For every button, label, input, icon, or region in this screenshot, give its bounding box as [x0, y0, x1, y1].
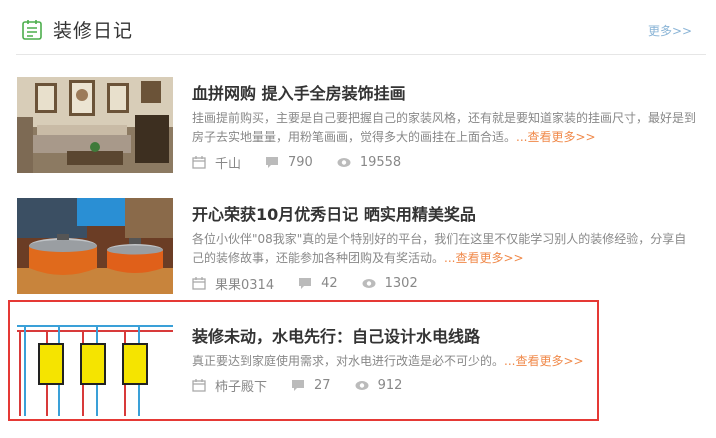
article-meta: 千山 790 19558: [192, 153, 425, 172]
article-excerpt: 各位小伙伴"08我家"真的是个特别好的平台，我们在这里不仅能学习别人的装修经验，…: [192, 232, 687, 265]
highlight-box: [8, 300, 599, 421]
diary-icon: [22, 20, 42, 40]
article-thumbnail-living-room[interactable]: [17, 77, 173, 173]
author-icon: [192, 156, 206, 169]
view-count: 19558: [359, 155, 402, 170]
header-divider: [16, 54, 706, 55]
comment-icon: [265, 156, 279, 169]
comment-count: 42: [321, 276, 338, 291]
article-description: 挂画提前购买，主要是自己要把握自己的家装风格，还有就是要知道家装的挂画尺寸，最好…: [192, 109, 697, 147]
article-title[interactable]: 血拼网购 提入手全房装饰挂画: [192, 80, 406, 104]
article-meta: 果果0314 42 1302: [192, 274, 442, 293]
article-author[interactable]: 果果0314: [215, 274, 274, 293]
view-count: 1302: [384, 276, 418, 291]
read-more-link[interactable]: ...查看更多>>: [444, 251, 524, 265]
view-icon: [337, 156, 351, 169]
view-icon: [362, 277, 376, 290]
more-link[interactable]: 更多>>: [648, 22, 692, 39]
author-icon: [192, 277, 206, 290]
article-title[interactable]: 开心荣获10月优秀日记 晒实用精美奖品: [192, 201, 476, 225]
comment-icon: [298, 277, 312, 290]
article-description: 各位小伙伴"08我家"真的是个特别好的平台，我们在这里不仅能学习别人的装修经验，…: [192, 230, 697, 268]
read-more-link[interactable]: ...查看更多>>: [516, 130, 596, 144]
section-header: 装修日记 更多>>: [0, 0, 716, 62]
article-excerpt: 挂画提前购买，主要是自己要把握自己的家装风格，还有就是要知道家装的挂画尺寸，最好…: [192, 111, 697, 144]
article-thumbnail-pots[interactable]: [17, 198, 173, 294]
article-item[interactable]: 血拼网购 提入手全房装饰挂画 挂画提前购买，主要是自己要把握自己的家装风格，还有…: [0, 77, 716, 187]
article-author[interactable]: 千山: [215, 153, 241, 172]
comment-count: 790: [288, 155, 313, 170]
article-item[interactable]: 开心荣获10月优秀日记 晒实用精美奖品 各位小伙伴"08我家"真的是个特别好的平…: [0, 198, 716, 308]
section-title: 装修日记: [53, 20, 134, 42]
